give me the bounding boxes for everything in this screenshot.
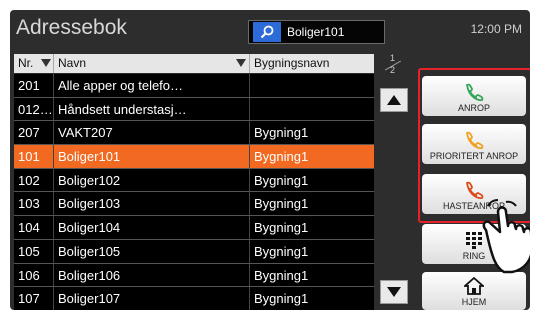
page-total: 2 — [390, 65, 396, 75]
cell-nr: 012… — [18, 101, 52, 117]
home-button[interactable]: HJEM — [422, 272, 526, 310]
table-row[interactable]: 104 Boliger104 Bygning1 — [14, 216, 374, 240]
cell-navn: Alle apper og telefo… — [58, 78, 184, 93]
cell-nr: 207 — [18, 125, 40, 141]
table-row[interactable]: 101 Boliger101 Bygning1 — [14, 145, 374, 169]
search-icon[interactable] — [253, 22, 281, 42]
arrow-down-icon — [387, 287, 401, 297]
phone-icon — [466, 131, 484, 149]
table-body: 201 Alle apper og telefo… 012… Håndsett und… — [14, 74, 374, 310]
cell-navn: Boliger103 — [58, 196, 121, 212]
cell-navn: Boliger106 — [58, 267, 121, 283]
table-row[interactable]: 106 Boliger106 Bygning1 — [14, 263, 374, 288]
cell-navn: Boliger107 — [58, 291, 121, 307]
cell-navn: Håndsett understasj… — [58, 101, 187, 117]
cell-bygningsnavn: Bygning1 — [254, 291, 309, 307]
search-value: Boliger101 — [287, 25, 345, 39]
scroll-down-button[interactable] — [380, 280, 408, 304]
priority-call-button[interactable]: PRIORITERT ANROP — [422, 124, 526, 164]
table-row[interactable]: 201 Alle apper og telefo… — [14, 74, 374, 98]
table-row[interactable]: 207 VAKT207 Bygning1 — [14, 121, 374, 146]
cell-nr: 106 — [18, 267, 40, 283]
cell-bygningsnavn: Bygning1 — [254, 172, 309, 188]
cell-nr: 102 — [18, 172, 40, 188]
cell-bygningsnavn: Bygning1 — [254, 149, 309, 165]
home-button-label: HJEM — [461, 297, 487, 307]
cell-nr: 101 — [18, 149, 40, 165]
column-header-bygningsnavn[interactable]: Bygningsnavn — [254, 56, 329, 70]
home-icon — [464, 277, 484, 295]
intercom-screen: Adressebok Boliger101 12:00 PM Nr. Navn … — [10, 10, 530, 310]
priority-call-button-label: PRIORITERT ANROP — [429, 151, 519, 161]
cell-nr: 105 — [18, 243, 40, 259]
column-header-nr[interactable]: Nr. — [18, 56, 33, 70]
cell-bygningsnavn: Bygning1 — [254, 196, 309, 212]
scroll-up-button[interactable] — [380, 88, 408, 112]
cell-bygningsnavn: Bygning1 — [254, 243, 309, 259]
cell-navn: Boliger102 — [58, 172, 121, 188]
search-input[interactable]: Boliger101 — [248, 20, 385, 44]
page-current: 1 — [390, 53, 396, 63]
cell-nr: 107 — [18, 291, 40, 307]
call-button[interactable]: ANROP — [422, 76, 526, 116]
table-row[interactable]: 103 Boliger103 Bygning1 — [14, 192, 374, 217]
cell-bygningsnavn: Bygning1 — [254, 267, 309, 283]
cell-bygningsnavn: Bygning1 — [254, 125, 309, 141]
cell-nr: 201 — [18, 78, 40, 93]
clock: 12:00 PM — [470, 22, 522, 36]
cell-nr: 103 — [18, 196, 40, 212]
sort-arrow-icon[interactable] — [236, 59, 246, 67]
page-title: Adressebok — [16, 16, 127, 39]
cell-bygningsnavn: Bygning1 — [254, 220, 309, 236]
sort-arrow-icon[interactable] — [41, 59, 51, 67]
table-row[interactable]: 012… Håndsett understasj… — [14, 97, 374, 122]
cell-navn: Boliger104 — [58, 220, 121, 236]
table-row[interactable]: 105 Boliger105 Bygning1 — [14, 239, 374, 264]
phone-icon — [466, 83, 484, 101]
cell-navn: Boliger105 — [58, 243, 121, 259]
address-table: Nr. Navn Bygningsnavn 201 Alle apper og t… — [14, 54, 374, 310]
cell-nr: 104 — [18, 220, 40, 236]
table-header: Nr. Navn Bygningsnavn — [14, 54, 374, 73]
table-row[interactable]: 107 Boliger107 Bygning1 — [14, 287, 374, 310]
table-row[interactable]: 102 Boliger102 Bygning1 — [14, 168, 374, 193]
column-header-navn[interactable]: Navn — [58, 56, 86, 70]
pointing-hand-icon — [482, 199, 530, 274]
cell-navn: Boliger101 — [58, 149, 121, 165]
page-indicator: 1 2 — [378, 53, 408, 78]
call-button-label: ANROP — [457, 103, 490, 113]
arrow-up-icon — [387, 95, 401, 105]
cell-navn: VAKT207 — [58, 125, 113, 141]
